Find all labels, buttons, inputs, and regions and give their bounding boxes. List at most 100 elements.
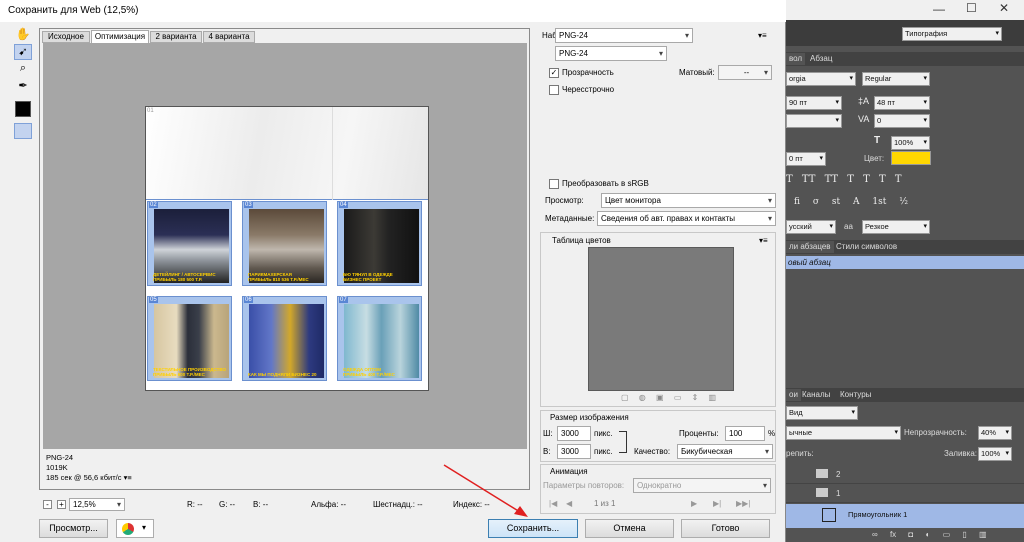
tracking-field[interactable]: 0 (874, 114, 930, 128)
strike-button[interactable]: T (895, 174, 902, 185)
next-frame-button[interactable]: ▶| (713, 498, 721, 510)
sort-color-icon[interactable]: ⇕ (692, 393, 699, 402)
color-swatch[interactable] (891, 151, 931, 165)
play-button[interactable]: ▶ (691, 498, 697, 510)
quality-select[interactable]: Бикубическая (677, 444, 773, 459)
layer-row[interactable]: 1 (786, 485, 1024, 503)
swash-button[interactable]: σ (813, 197, 819, 207)
discretionary-button[interactable]: st (832, 197, 840, 207)
folder-icon[interactable]: ▭ (943, 530, 951, 539)
preview-button[interactable]: Просмотр... (39, 519, 108, 538)
vscale-field[interactable]: 100% (891, 136, 930, 150)
lock-color-icon[interactable]: ▣ (656, 393, 664, 402)
font-family-select[interactable]: orgia (786, 72, 856, 86)
layer-row-selected[interactable]: Прямоугольник 1 (786, 504, 1024, 528)
eyedropper-icon[interactable]: ✒ (14, 79, 32, 95)
link-icon[interactable]: ∞ (872, 530, 878, 539)
color-table-grid[interactable] (588, 247, 734, 391)
tab-channels[interactable]: Каналы (802, 389, 830, 401)
trash-icon[interactable]: ▥ (979, 530, 987, 539)
new-color-icon[interactable]: ▭ (674, 393, 682, 402)
faux-italic-button[interactable]: TT (802, 174, 816, 185)
prev-frame-button[interactable]: ◀ (566, 498, 572, 510)
tab-original[interactable]: Исходное (42, 31, 90, 43)
kerning-field[interactable] (786, 114, 842, 128)
toggle-slices-icon[interactable] (14, 123, 32, 139)
metadata-select[interactable]: Сведения об авт. правах и контакты (597, 211, 776, 226)
titling-button[interactable]: A (853, 197, 860, 207)
browser-select[interactable]: ▾ (116, 519, 154, 538)
faux-bold-button[interactable]: T (786, 174, 793, 185)
web-snap-icon[interactable]: ◍ (639, 393, 646, 402)
loop-select[interactable]: Однократно (633, 478, 771, 493)
blend-mode-select[interactable]: ычные (786, 426, 901, 440)
new-layer-icon[interactable]: ▯ (962, 530, 966, 539)
leading-field[interactable]: 48 пт (874, 96, 930, 110)
tab-paths[interactable]: Контуры (840, 389, 871, 401)
settings-menu-icon[interactable]: ▾≡ (758, 30, 767, 42)
underline-button[interactable]: T (879, 174, 886, 185)
opacity-field[interactable]: 40% (978, 426, 1012, 440)
tab-paragraph-styles[interactable]: ли абзацев (786, 241, 834, 253)
tab-optimized[interactable]: Оптимизация (91, 30, 149, 43)
color-table-menu-icon[interactable]: ▾≡ (759, 235, 768, 247)
zoom-icon[interactable]: ⌕ (14, 62, 32, 78)
hand-icon[interactable]: ✋ (14, 27, 32, 43)
tab-4up[interactable]: 4 варианта (203, 31, 255, 43)
language-select[interactable]: усский (786, 220, 836, 234)
width-field[interactable]: 3000 (557, 426, 591, 441)
map-color-icon[interactable]: ▢ (621, 393, 629, 402)
tab-character-styles[interactable]: Стили символов (836, 241, 897, 253)
ordinal-button[interactable]: 1st (872, 197, 886, 207)
close-icon[interactable]: ✕ (999, 1, 1009, 15)
zoom-out-button[interactable]: - (43, 500, 52, 509)
preset-select[interactable]: PNG-24 (555, 28, 693, 43)
height-field[interactable]: 3000 (557, 444, 591, 459)
adjust-icon[interactable]: ◐ (925, 530, 930, 539)
style-item-selected[interactable]: овый абзац (786, 256, 1024, 269)
all-caps-button[interactable]: TT (825, 174, 839, 185)
slice-tile[interactable]: 02 ДЕТЕЙЛИНГ / АВТОСЕРВИС ПРИБЫЛЬ 180 500… (147, 201, 232, 286)
slice-tile[interactable]: 07 ОДЕЖДА ОПТОМ ПРИБЫЛЬ 400 Т.Р./МЕС (337, 296, 422, 381)
preview-canvas[interactable]: 01 02 ДЕТЕЙЛИНГ / АВТОСЕРВИС ПРИБЫЛЬ 180 … (43, 43, 527, 449)
baseline-field[interactable]: 0 пт (786, 152, 826, 166)
zoom-select[interactable]: 12,5% (69, 498, 125, 511)
tab-layers[interactable]: ои (786, 389, 801, 401)
menu-icon[interactable]: ▾≡ (124, 473, 132, 482)
transparency-checkbox[interactable]: ✓ (549, 68, 559, 78)
tab-character[interactable]: вол (786, 53, 806, 65)
layer-filter-select[interactable]: Вид (786, 406, 858, 420)
delete-color-icon[interactable]: ▥ (709, 393, 717, 402)
font-size-field[interactable]: 90 пт (786, 96, 842, 110)
fx-icon[interactable]: fx (890, 530, 896, 539)
preview-select[interactable]: Цвет монитора (601, 193, 776, 208)
minimize-icon[interactable]: — (933, 2, 945, 16)
cancel-button[interactable]: Отмена (585, 519, 674, 538)
antialias-select[interactable]: Резкое (862, 220, 930, 234)
done-button[interactable]: Готово (681, 519, 770, 538)
workspace-select[interactable]: Типография (902, 27, 1002, 41)
mask-icon[interactable]: ◘ (908, 530, 913, 539)
ligature-button[interactable]: fi (794, 197, 800, 207)
convert-srgb-checkbox[interactable] (549, 179, 559, 189)
slice-tile[interactable]: 03 ПАРИКМАХЕРСКАЯ ПРИБЫЛЬ 810 536 Т.Р./МЕ… (242, 201, 327, 286)
slice-select-icon[interactable]: ➹ (14, 44, 32, 60)
last-frame-button[interactable]: ▶▶| (736, 498, 750, 510)
percent-field[interactable]: 100 (725, 426, 765, 441)
format-select[interactable]: PNG-24 (555, 46, 667, 61)
slice-tile[interactable]: 05 ТЕКСТИЛЬНОЕ ПРОИЗВОДСТВО ПРИБЫЛЬ 600 Т… (147, 296, 232, 381)
interlaced-checkbox[interactable] (549, 85, 559, 95)
font-style-select[interactable]: Regular (862, 72, 930, 86)
subscript-button[interactable]: T (863, 174, 870, 185)
tab-paragraph[interactable]: Абзац (810, 53, 832, 65)
zoom-in-button[interactable]: + (57, 500, 66, 509)
first-frame-button[interactable]: |◀ (549, 498, 557, 510)
maximize-icon[interactable]: ☐ (966, 1, 977, 15)
fraction-button[interactable]: ½ (899, 197, 908, 207)
slice-tile[interactable]: 04 БЮ ТЯНУЛ В ОДЕЖДЕ БИЗНЕС ПРОЕКТ (337, 201, 422, 286)
constrain-link-icon[interactable] (619, 431, 627, 453)
fill-field[interactable]: 100% (978, 447, 1012, 461)
slice-tile[interactable]: 06 КАК МЫ ПОДНЯЛИ БИЗНЕС 20 (242, 296, 327, 381)
matte-select[interactable]: -- (718, 65, 772, 80)
tab-2up[interactable]: 2 варианта (150, 31, 202, 43)
